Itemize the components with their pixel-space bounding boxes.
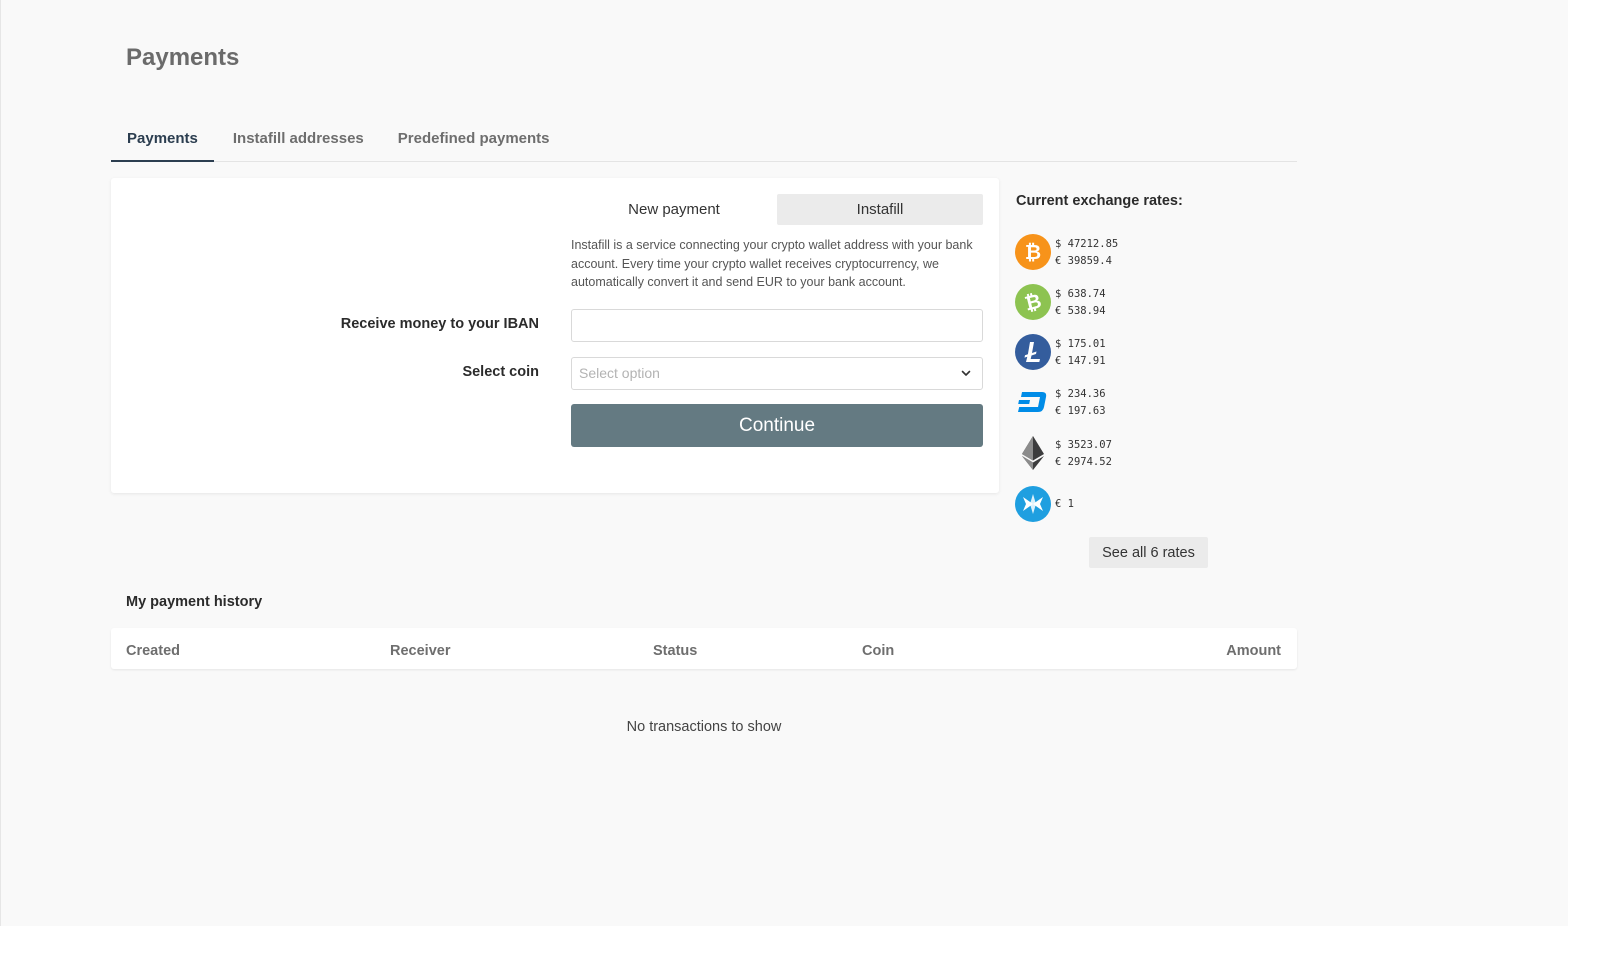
column-created[interactable]: Created [126, 643, 180, 659]
instafill-description: Instafill is a service connecting your c… [571, 238, 973, 289]
rate-item-bitcoin: ₿ $ 47212.85 € 39859.4 [1015, 234, 1215, 270]
payment-history-title: My payment history [126, 594, 263, 610]
rate-eur: € 2974.52 [1055, 455, 1112, 468]
rate-item-bitcoin-cash: ₿ $ 638.74 € 538.94 [1015, 284, 1215, 320]
rate-eur: € 538.94 [1055, 304, 1106, 317]
instafill-button[interactable]: Instafill [777, 194, 983, 225]
app-window: Payments Payments Instafill addresses Pr… [0, 0, 1568, 926]
ethereum-icon [1022, 436, 1044, 470]
rate-usd: $ 234.36 [1055, 388, 1106, 400]
iban-input[interactable] [571, 309, 983, 342]
column-status[interactable]: Status [653, 643, 697, 659]
rate-eur: € 39859.4 [1055, 254, 1112, 267]
rate-usd: $ 638.74 [1055, 288, 1106, 300]
exchange-rates-title: Current exchange rates: [1016, 193, 1183, 209]
coin-select-placeholder: Select option [579, 365, 660, 381]
bitcoin-icon: ₿ [1015, 234, 1051, 270]
tab-predefined-payments[interactable]: Predefined payments [382, 118, 566, 161]
dash-icon [1018, 392, 1047, 412]
svg-text:₿: ₿ [1025, 240, 1041, 264]
column-amount[interactable]: Amount [1226, 643, 1281, 659]
iban-label: Receive money to your IBAN [340, 316, 539, 332]
see-all-rates-button[interactable]: See all 6 rates [1089, 537, 1208, 568]
tab-instafill-addresses[interactable]: Instafill addresses [214, 118, 382, 161]
tab-bar: Payments Instafill addresses Predefined … [111, 118, 1297, 162]
history-table-header: Created Receiver Status Coin Amount [111, 628, 1297, 669]
continue-button[interactable]: Continue [571, 404, 983, 447]
new-payment-button[interactable]: New payment [571, 194, 777, 225]
column-coin[interactable]: Coin [862, 643, 894, 659]
rate-usd: $ 175.01 [1055, 338, 1106, 350]
stablecoin-icon [1015, 486, 1051, 522]
rate-item-ethereum: $ 3523.07 € 2974.52 [1015, 435, 1215, 471]
rate-item-stablecoin: € 1 [1015, 486, 1215, 522]
coin-label: Select coin [462, 364, 539, 380]
payment-form-card: New payment Instafill Instafill is a ser… [111, 178, 999, 493]
bitcoin-cash-icon: ₿ [1015, 284, 1051, 320]
page-title: Payments [126, 44, 240, 71]
rate-usd: $ 47212.85 [1055, 238, 1119, 250]
column-receiver[interactable]: Receiver [390, 643, 450, 659]
rate-eur: € 1 [1055, 498, 1074, 510]
rate-eur: € 147.91 [1055, 354, 1106, 367]
litecoin-icon [1015, 334, 1051, 370]
tab-payments[interactable]: Payments [111, 118, 214, 162]
rate-usd: $ 3523.07 [1055, 439, 1112, 451]
chevron-down-icon [961, 370, 971, 376]
rate-item-dash: $ 234.36 € 197.63 [1015, 384, 1215, 420]
rate-item-litecoin: $ 175.01 € 147.91 [1015, 334, 1215, 370]
coin-select[interactable]: Select option [571, 357, 983, 390]
payment-mode-toggle: New payment Instafill [571, 194, 983, 225]
empty-state-message: No transactions to show [626, 719, 782, 735]
rate-eur: € 197.63 [1055, 404, 1106, 417]
